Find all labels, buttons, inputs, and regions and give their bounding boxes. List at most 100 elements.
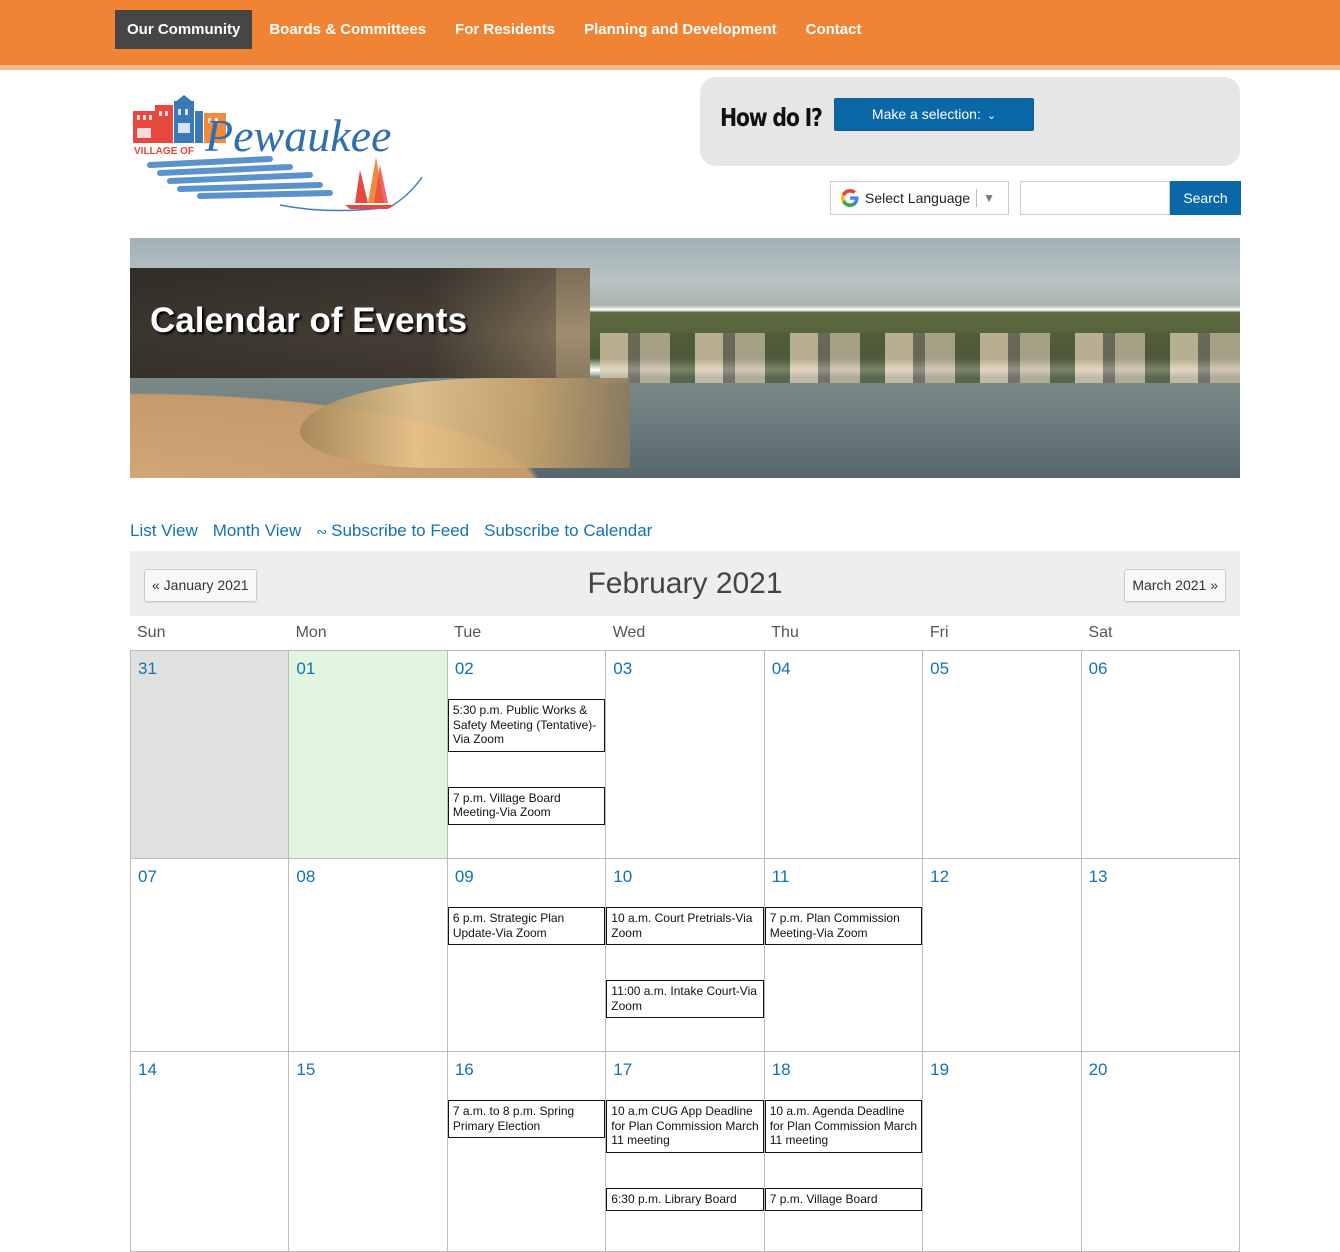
day-number-link[interactable]: 31 <box>138 659 157 679</box>
day-number-link[interactable]: 13 <box>1089 867 1108 887</box>
calendar-day-cell[interactable]: 03 <box>606 651 765 859</box>
calendar-day-cell[interactable]: 31 <box>131 651 290 859</box>
subscribe-feed-link[interactable]: ∾ Subscribe to Feed <box>316 521 469 541</box>
day-number-link[interactable]: 18 <box>772 1060 791 1080</box>
calendar-header: « January 2021 February 2021 March 2021 … <box>130 551 1240 616</box>
day-number-link[interactable]: 05 <box>930 659 949 679</box>
search-button[interactable]: Search <box>1170 181 1241 215</box>
day-number-link[interactable]: 15 <box>296 1060 315 1080</box>
hero-shoreline <box>600 333 1240 383</box>
nav-item-for-residents[interactable]: For Residents <box>443 10 567 49</box>
google-icon <box>841 189 859 207</box>
svg-text:Pewaukee: Pewaukee <box>204 110 391 161</box>
calendar-day-cell[interactable]: 01 <box>289 651 448 859</box>
subscribe-calendar-link[interactable]: Subscribe to Calendar <box>484 521 652 541</box>
day-number-link[interactable]: 02 <box>455 659 474 679</box>
weekday-label: Wed <box>612 624 646 641</box>
calendar-grid: 31 01 02 5:30 p.m. Public Works & Safety Me… <box>130 650 1240 1252</box>
nav-item-boards-committees[interactable]: Boards & Committees <box>257 10 438 49</box>
calendar-day-cell[interactable]: 19 <box>923 1052 1082 1252</box>
how-do-i-label: How do I? <box>720 103 823 132</box>
day-number-link[interactable]: 07 <box>138 867 157 887</box>
day-number-link[interactable]: 12 <box>930 867 949 887</box>
day-number-link[interactable]: 04 <box>772 659 791 679</box>
calendar-event[interactable]: 11:00 a.m. Intake Court-Via Zoom <box>606 980 764 1018</box>
logo-graphic: VILLAGE OF Pewaukee <box>133 95 423 212</box>
day-number-link[interactable]: 01 <box>296 659 315 679</box>
weekday-label: Mon <box>295 624 327 641</box>
calendar-event[interactable]: 7 p.m. Village Board <box>764 1187 923 1211</box>
calendar-week-row: 07 08 09 6 p.m. Strategic Plan Update-Via Z… <box>131 859 1240 1052</box>
list-view-link[interactable]: List View <box>130 521 198 541</box>
day-number-link[interactable]: 17 <box>613 1060 632 1080</box>
calendar-day-cell[interactable]: 05 <box>923 651 1082 859</box>
calendar-event[interactable]: 7 p.m. Plan Commission Meeting-Via Zoom <box>764 907 923 945</box>
calendar-event[interactable]: 6:30 p.m. Library Board <box>606 1187 764 1211</box>
day-events: 7 p.m. Plan Commission Meeting-Via Zoom <box>764 907 923 980</box>
calendar-day-cell[interactable]: 12 <box>923 859 1082 1052</box>
chevron-down-icon: ⌄ <box>986 110 997 122</box>
day-number-link[interactable]: 16 <box>455 1060 474 1080</box>
language-selector[interactable]: Select Language ▼ <box>830 181 1009 215</box>
day-events: 5:30 p.m. Public Works & Safety Meeting … <box>447 699 606 860</box>
calendar-event[interactable]: 6 p.m. Strategic Plan Update-Via Zoom <box>447 907 606 945</box>
calendar-event[interactable]: 5:30 p.m. Public Works & Safety Meeting … <box>447 699 606 752</box>
day-events: 7 a.m. to 8 p.m. Spring Primary Election <box>447 1100 606 1173</box>
day-events: 10 a.m. Court Pretrials-Via Zoom 11:00 a.… <box>606 907 764 1053</box>
calendar-day-cell[interactable]: 07 <box>131 859 290 1052</box>
how-do-i-panel: How do I? Make a selection: ⌄ <box>700 77 1240 166</box>
month-view-link[interactable]: Month View <box>213 521 302 541</box>
calendar-event[interactable]: 7 p.m. Village Board Meeting-Via Zoom <box>447 786 606 825</box>
how-do-i-dropdown[interactable]: Make a selection: ⌄ <box>834 98 1034 131</box>
subscribe-feed-label: Subscribe to Feed <box>331 521 470 540</box>
divider <box>976 189 978 207</box>
day-number-link[interactable]: 09 <box>455 867 474 887</box>
day-number-link[interactable]: 08 <box>296 867 315 887</box>
svg-text:VILLAGE OF: VILLAGE OF <box>134 146 194 157</box>
calendar-day-cell[interactable]: 10 10 a.m. Court Pretrials-Via Zoom 11:00 … <box>606 859 765 1053</box>
day-number-link[interactable]: 06 <box>1089 659 1108 679</box>
calendar-day-cell[interactable]: 11 7 p.m. Plan Commission Meeting-Via Zoo… <box>764 859 924 1052</box>
top-navigation-bar: Our Community Boards & Committees For Re… <box>0 0 1340 65</box>
nav-item-our-community[interactable]: Our Community <box>115 10 253 49</box>
day-events: 6 p.m. Strategic Plan Update-Via Zoom <box>447 907 606 980</box>
calendar-day-cell[interactable]: 15 <box>289 1052 448 1252</box>
calendar-day-cell[interactable]: 06 <box>1081 651 1240 859</box>
calendar-week-row: 14 15 16 7 a.m. to 8 p.m. Spring Primary El… <box>131 1052 1240 1252</box>
calendar-event[interactable]: 10 a.m. Court Pretrials-Via Zoom <box>606 907 764 945</box>
search-input[interactable] <box>1020 181 1170 215</box>
hero-banner: Calendar of Events <box>130 238 1240 478</box>
day-number-link[interactable]: 03 <box>613 659 632 679</box>
calendar-day-cell[interactable]: 02 5:30 p.m. Public Works & Safety Meetin… <box>447 651 607 860</box>
village-logo[interactable]: VILLAGE OF Pewaukee <box>130 95 425 220</box>
how-do-i-dropdown-label: Make a selection: <box>871 106 981 122</box>
day-number-link[interactable]: 19 <box>930 1060 949 1080</box>
calendar-day-cell[interactable]: 04 <box>764 651 924 859</box>
calendar-event[interactable]: 10 a.m. Agenda Deadline for Plan Commiss… <box>764 1100 923 1153</box>
weekday-header: Sun Mon Tue Wed Thu Fri Sat <box>130 620 1240 650</box>
calendar-day-cell[interactable]: 08 <box>289 859 448 1052</box>
calendar-day-cell[interactable]: 13 <box>1081 859 1240 1052</box>
page-title: Calendar of Events <box>150 301 468 340</box>
next-month-button[interactable]: March 2021 » <box>1124 569 1226 602</box>
calendar-day-cell[interactable]: 16 7 a.m. to 8 p.m. Spring Primary Electi… <box>447 1052 607 1252</box>
calendar-day-cell[interactable]: 17 10 a.m CUG App Deadline for Plan Commi… <box>606 1052 765 1252</box>
day-number-link[interactable]: 10 <box>613 867 632 887</box>
calendar-day-cell[interactable]: 20 <box>1081 1052 1240 1252</box>
day-number-link[interactable]: 11 <box>772 867 790 887</box>
calendar-day-cell[interactable]: 18 10 a.m. Agenda Deadline for Plan Commi… <box>764 1052 924 1252</box>
calendar-week-row: 31 01 02 5:30 p.m. Public Works & Safety Me… <box>131 651 1240 859</box>
calendar-event[interactable]: 10 a.m CUG App Deadline for Plan Commiss… <box>606 1100 764 1153</box>
day-number-link[interactable]: 14 <box>138 1060 157 1080</box>
day-events: 10 a.m. Agenda Deadline for Plan Commiss… <box>764 1100 923 1246</box>
nav-accent-band <box>0 65 1340 70</box>
day-number-link[interactable]: 20 <box>1089 1060 1108 1080</box>
calendar-view-links: List View Month View ∾ Subscribe to Feed … <box>130 521 667 541</box>
nav-item-planning-development[interactable]: Planning and Development <box>572 10 789 49</box>
calendar-day-cell[interactable]: 14 <box>131 1052 290 1252</box>
nav-item-contact[interactable]: Contact <box>794 10 874 49</box>
weekday-label: Tue <box>454 624 482 641</box>
calendar-day-cell[interactable]: 09 6 p.m. Strategic Plan Update-Via Zoom <box>447 859 607 1052</box>
calendar-event[interactable]: 7 a.m. to 8 p.m. Spring Primary Election <box>447 1100 606 1138</box>
weekday-label: Sun <box>137 624 166 641</box>
